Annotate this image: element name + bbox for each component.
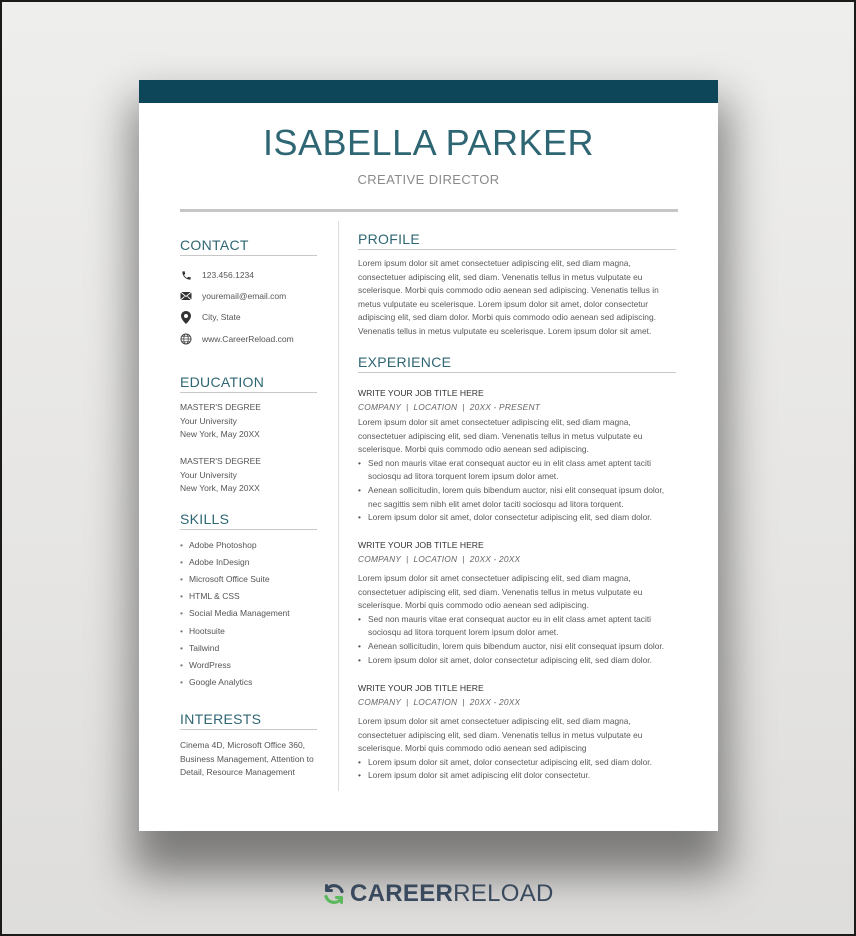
job-description: Lorem ipsum dolor sit amet consectetuer … (358, 572, 676, 667)
job-title: WRITE YOUR JOB TITLE HERE (358, 683, 484, 693)
logo-text-light: RELOAD (453, 880, 554, 907)
logo-text-bold: CAREER (350, 880, 454, 907)
job-bullet: Sed non mauris vitae erat consequat auct… (358, 613, 676, 640)
skill-item: • HTML & CSS (180, 591, 240, 601)
job-bullets: Sed non mauris vitae erat consequat auct… (358, 613, 676, 667)
interests-text: Cinema 4D, Microsoft Office 360, Busines… (180, 740, 314, 778)
location-pin-icon (180, 310, 192, 324)
candidate-role: CREATIVE DIRECTOR (357, 172, 500, 187)
job-description: Lorem ipsum dolor sit amet consectetuer … (358, 715, 676, 783)
education-entry: MASTER'S DEGREE Your University New York… (180, 455, 317, 496)
experience-heading: EXPERIENCE (358, 354, 452, 370)
job-meta: COMPANY | LOCATION | 20XX - PRESENT (358, 402, 541, 412)
education-degree: MASTER'S DEGREE (180, 456, 261, 466)
interests-rule (180, 729, 317, 730)
skills-heading: SKILLS (180, 511, 230, 527)
job-bullet: Lorem ipsum dolor sit amet adipiscing el… (358, 769, 676, 783)
profile-text: Lorem ipsum dolor sit amet consectetuer … (358, 258, 659, 336)
header-color-bar (139, 80, 718, 103)
job-summary: Lorem ipsum dolor sit amet consectetuer … (358, 573, 643, 611)
phone-icon (180, 269, 192, 281)
profile-heading: PROFILE (358, 231, 421, 247)
job-description: Lorem ipsum dolor sit amet consectetuer … (358, 416, 676, 525)
contact-website: www.CareerReload.com (180, 332, 294, 346)
envelope-icon (180, 290, 192, 302)
education-place-date: New York, May 20XX (180, 483, 260, 494)
contact-website-text[interactable]: www.CareerReload.com (202, 334, 294, 344)
contact-heading: CONTACT (180, 237, 249, 253)
resume-page: ISABELLA PARKER CREATIVE DIRECTOR CONTAC… (139, 80, 718, 831)
profile-rule (358, 249, 676, 250)
job-bullets: Lorem ipsum dolor sit amet, dolor consec… (358, 756, 676, 783)
job-meta: COMPANY | LOCATION | 20XX - 20XX (358, 697, 521, 707)
skill-item: • Google Analytics (180, 677, 253, 687)
job-summary: Lorem ipsum dolor sit amet consectetuer … (358, 417, 643, 455)
job-title: WRITE YOUR JOB TITLE HERE (358, 388, 484, 398)
job-bullet: Aenean sollicitudin, lorem quis bibendum… (358, 640, 676, 654)
education-place-date: New York, May 20XX (180, 429, 260, 440)
contact-phone: 123.456.1234 (180, 268, 254, 282)
education-school: Your University (180, 469, 237, 480)
education-entry: MASTER'S DEGREE Your University New York… (180, 401, 317, 442)
job-meta: COMPANY | LOCATION | 20XX - 20XX (358, 554, 521, 564)
interests-heading: INTERESTS (180, 711, 262, 727)
contact-location: City, State (180, 310, 241, 324)
education-rule (180, 392, 317, 393)
candidate-name: ISABELLA PARKER (263, 122, 594, 163)
reload-arrows-icon (322, 882, 346, 906)
skill-item: • Social Media Management (180, 608, 290, 618)
contact-location-text: City, State (202, 312, 241, 322)
contact-email: youremail@email.com (180, 289, 286, 303)
job-bullet: Lorem ipsum dolor sit amet, dolor consec… (358, 654, 676, 668)
careerreload-logo[interactable]: CAREER RELOAD (322, 879, 554, 909)
job-summary: Lorem ipsum dolor sit amet consectetuer … (358, 716, 643, 754)
contact-phone-text: 123.456.1234 (202, 270, 254, 280)
education-school: Your University (180, 415, 237, 426)
job-bullet: Sed non mauris vitae erat consequat auct… (358, 457, 676, 484)
job-title: WRITE YOUR JOB TITLE HERE (358, 540, 484, 550)
job-bullet: Lorem ipsum dolor sit amet, dolor consec… (358, 756, 676, 770)
job-bullet: Aenean sollicitudin, lorem quis bibendum… (358, 484, 676, 511)
skill-item: • Adobe InDesign (180, 557, 250, 567)
contact-rule (180, 255, 317, 256)
globe-icon (180, 333, 192, 345)
skill-item: • Microsoft Office Suite (180, 574, 270, 584)
education-degree: MASTER'S DEGREE (180, 402, 261, 412)
job-bullet: Lorem ipsum dolor sit amet, dolor consec… (358, 511, 676, 525)
education-heading: EDUCATION (180, 374, 265, 390)
skills-rule (180, 529, 317, 530)
skill-item: • WordPress (180, 660, 231, 670)
column-divider (338, 221, 339, 791)
header-divider (180, 209, 678, 212)
contact-email-text[interactable]: youremail@email.com (202, 291, 286, 301)
job-bullets: Sed non mauris vitae erat consequat auct… (358, 457, 676, 525)
skill-item: • Tailwind (180, 643, 220, 653)
skill-item: • Hootsuite (180, 626, 225, 636)
skill-item: • Adobe Photoshop (180, 540, 257, 550)
experience-rule (358, 372, 676, 373)
